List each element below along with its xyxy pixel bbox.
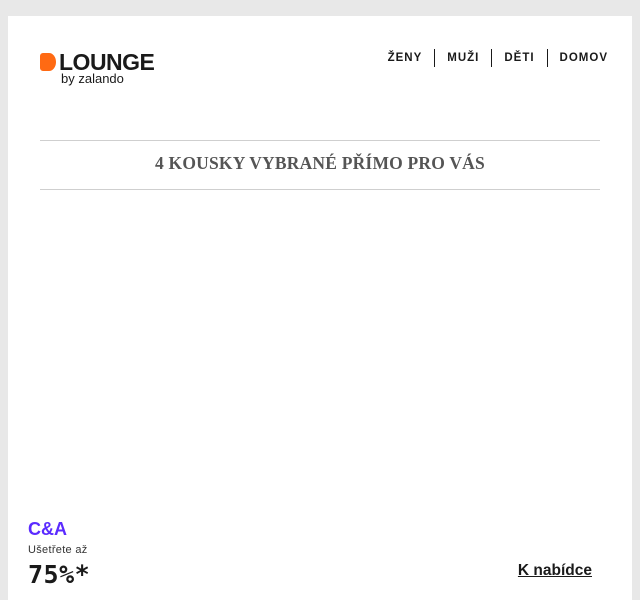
offer-discount: 75%* xyxy=(28,560,91,589)
headline-bottom-divider xyxy=(40,189,600,190)
top-nav: ŽENY MUŽI DĚTI DOMOV xyxy=(376,49,608,67)
nav-item-zeny[interactable]: ŽENY xyxy=(376,49,435,67)
offer-save-label: Ušetřete až xyxy=(28,544,88,556)
product-image[interactable] xyxy=(28,216,612,506)
nav-item-deti[interactable]: DĚTI xyxy=(491,49,546,67)
email-canvas: LOUNGE by zalando ŽENY MUŽI DĚTI DOMOV 4… xyxy=(8,16,632,600)
nav-item-muzi[interactable]: MUŽI xyxy=(434,49,491,67)
section-headline: 4 KOUSKY VYBRANÉ PŘÍMO PRO VÁS xyxy=(155,153,485,173)
offer-cta-link[interactable]: K nabídce xyxy=(518,562,592,580)
nav-item-domov[interactable]: DOMOV xyxy=(546,49,608,67)
logo-tagline: by zalando xyxy=(61,71,124,86)
lounge-logo[interactable]: LOUNGE by zalando xyxy=(40,50,180,90)
logo-mark-icon xyxy=(40,53,56,71)
headline-top-divider xyxy=(40,140,600,141)
offer-brand: C&A xyxy=(28,519,67,539)
